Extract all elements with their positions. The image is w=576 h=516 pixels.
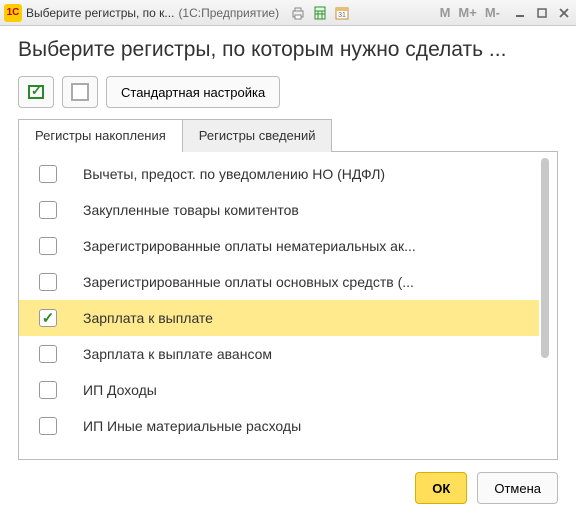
window-title: Выберите регистры, по к... (26, 6, 174, 20)
footer: ОК Отмена (18, 460, 558, 504)
select-all-icon (28, 85, 44, 99)
title-tools: 31 (289, 4, 351, 22)
app-icon: 1C (4, 4, 22, 22)
deselect-all-icon (73, 85, 87, 99)
calculator-icon[interactable] (311, 4, 329, 22)
checkbox[interactable] (39, 237, 57, 255)
checkbox[interactable] (39, 345, 57, 363)
list-item[interactable]: Зарплата к выплате авансом (19, 336, 539, 372)
page-title: Выберите регистры, по которым нужно сдел… (18, 38, 558, 62)
maximize-icon[interactable] (534, 6, 550, 20)
list-item[interactable]: ИП Иные материальные расходы (19, 408, 539, 444)
calendar-icon[interactable]: 31 (333, 4, 351, 22)
content: Выберите регистры, по которым нужно сдел… (0, 26, 576, 516)
list-item-label: Зарплата к выплате авансом (83, 346, 272, 362)
deselect-all-button[interactable] (62, 76, 98, 108)
ok-button[interactable]: ОК (415, 472, 467, 504)
list-item[interactable]: Зарегистрированные оплаты нематериальных… (19, 228, 539, 264)
checkbox[interactable] (39, 417, 57, 435)
list-item[interactable]: Вычеты, предост. по уведомлению НО (НДФЛ… (19, 156, 539, 192)
memory-m-button[interactable]: M (438, 5, 453, 20)
register-list: Вычеты, предост. по уведомлению НО (НДФЛ… (19, 152, 539, 459)
list-item[interactable]: Закупленные товары комитентов (19, 192, 539, 228)
tab-information-registers[interactable]: Регистры сведений (182, 119, 333, 152)
checkbox[interactable] (39, 273, 57, 291)
tabs: Регистры накопления Регистры сведений (18, 118, 558, 152)
list-item-label: Зарегистрированные оплаты нематериальных… (83, 238, 416, 254)
default-settings-button[interactable]: Стандартная настройка (106, 76, 280, 108)
list-item[interactable]: ИП Доходы (19, 372, 539, 408)
memory-mminus-button[interactable]: M- (483, 5, 502, 20)
checkbox[interactable] (39, 309, 57, 327)
toolbar: Стандартная настройка (18, 76, 558, 108)
list-item-label: ИП Доходы (83, 382, 157, 398)
checkbox[interactable] (39, 201, 57, 219)
select-all-button[interactable] (18, 76, 54, 108)
list-item-label: Зарплата к выплате (83, 310, 213, 326)
list-item[interactable]: Зарплата к выплате (19, 300, 539, 336)
svg-text:31: 31 (338, 12, 346, 19)
list-item[interactable]: Зарегистрированные оплаты основных средс… (19, 264, 539, 300)
window-subtitle: (1С:Предприятие) (178, 6, 279, 20)
print-icon[interactable] (289, 4, 307, 22)
list-container: Вычеты, предост. по уведомлению НО (НДФЛ… (18, 152, 558, 460)
minimize-icon[interactable] (512, 6, 528, 20)
tab-accumulation-registers[interactable]: Регистры накопления (18, 119, 183, 152)
memory-mplus-button[interactable]: M+ (456, 5, 478, 20)
scrollbar[interactable] (539, 158, 553, 453)
close-icon[interactable] (556, 6, 572, 20)
scrollbar-thumb[interactable] (541, 158, 549, 358)
checkbox[interactable] (39, 165, 57, 183)
list-item-label: ИП Иные материальные расходы (83, 418, 301, 434)
list-item-label: Зарегистрированные оплаты основных средс… (83, 274, 414, 290)
checkbox[interactable] (39, 381, 57, 399)
titlebar: 1C Выберите регистры, по к... (1С:Предпр… (0, 0, 576, 26)
list-item-label: Вычеты, предост. по уведомлению НО (НДФЛ… (83, 166, 385, 182)
cancel-button[interactable]: Отмена (477, 472, 558, 504)
list-item-label: Закупленные товары комитентов (83, 202, 299, 218)
